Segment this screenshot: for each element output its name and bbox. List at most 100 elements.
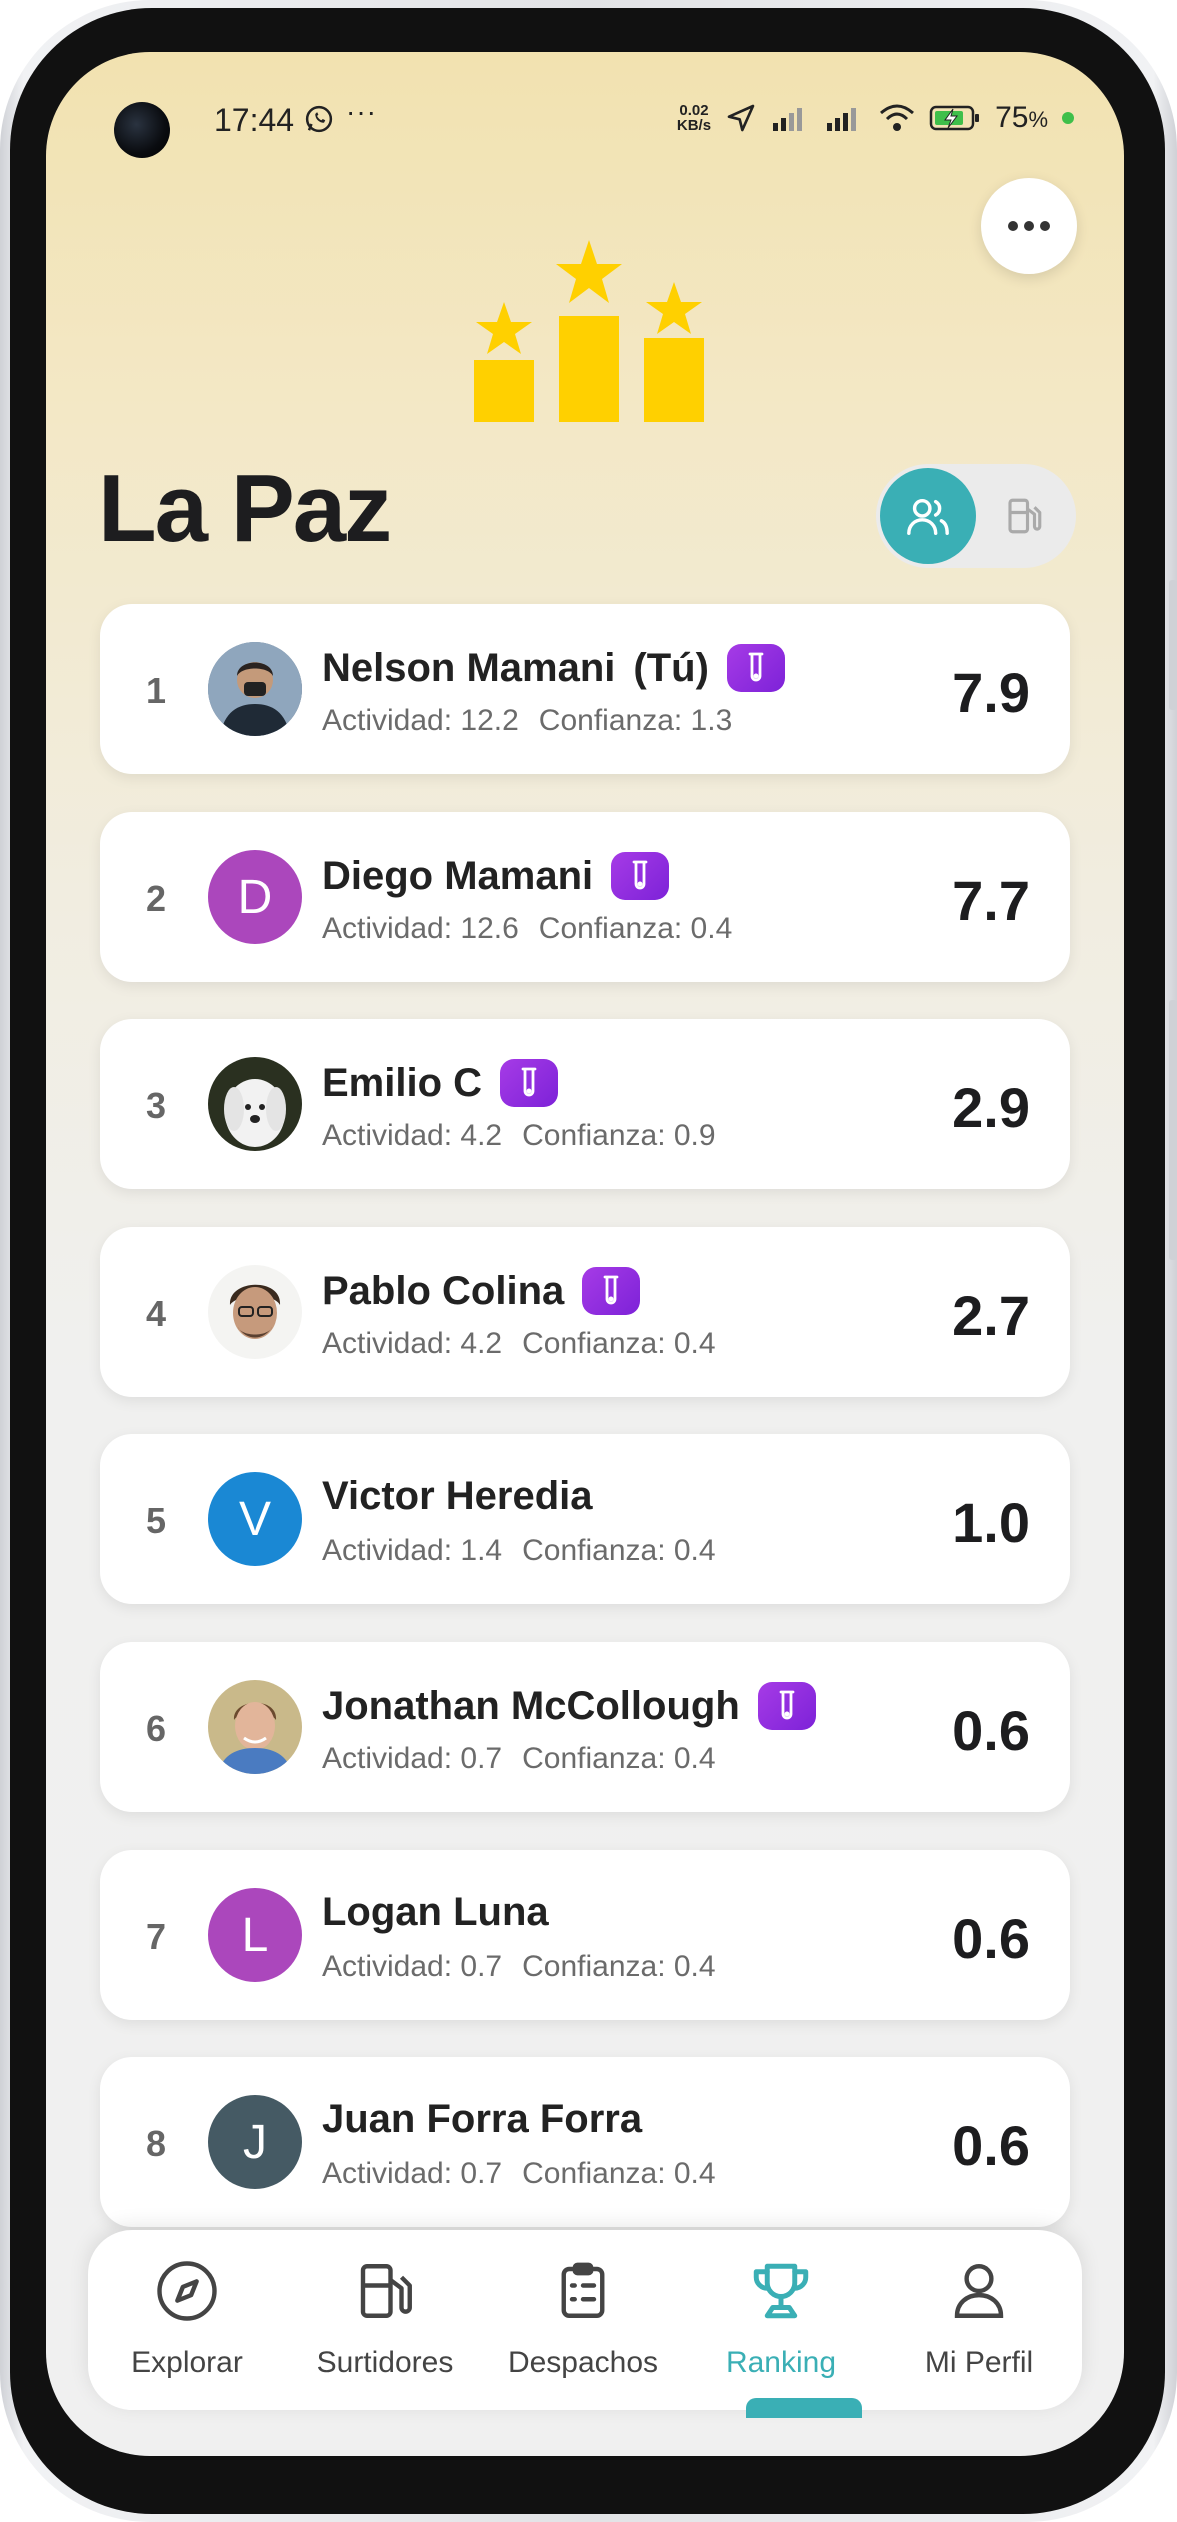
test-tube-icon xyxy=(632,860,648,890)
user-stats: Actividad: 1.4 Confianza: 0.4 xyxy=(322,1534,716,1567)
user-name: Diego Mamani xyxy=(322,853,594,898)
user-name: Jonathan McCollough xyxy=(322,1683,740,1728)
active-tab-indicator xyxy=(746,2398,862,2418)
rank-number: 7 xyxy=(146,1916,167,1957)
ranking-row-4[interactable]: 4 Pablo Colina Actividad: 4.2 Confianza: … xyxy=(100,1227,1070,1397)
status-right: 0.02 KB/s 75% xyxy=(677,100,1074,136)
tester-badge xyxy=(726,644,785,692)
tab-ranking[interactable]: Ranking xyxy=(682,2230,880,2418)
rank-number: 1 xyxy=(146,670,167,711)
name-line: Nelson Mamani (Tú) xyxy=(322,644,785,692)
user-stats: Actividad: 4.2 Confianza: 0.4 xyxy=(322,1327,716,1360)
tab-despachos[interactable]: Despachos xyxy=(484,2230,682,2410)
user-icon xyxy=(954,2264,1004,2318)
page-title: La Paz xyxy=(98,455,392,562)
user-score: 0.6 xyxy=(952,2114,1030,2177)
current-user-tag: (Tú) xyxy=(633,645,709,690)
name-line: Diego Mamani xyxy=(322,852,670,900)
ranking-row-7[interactable]: 7 L Logan Luna Actividad: 0.7 Confianza: … xyxy=(100,1850,1070,2020)
tester-badge xyxy=(757,1682,816,1730)
signal-icon xyxy=(773,108,803,131)
name-line: Victor Heredia xyxy=(322,1474,593,1519)
battery-level: 75% xyxy=(995,101,1048,134)
tab-label: Explorar xyxy=(131,2346,243,2379)
ranking-stars-illustration xyxy=(474,240,704,422)
status-more: ··· xyxy=(346,96,377,127)
rank-number: 2 xyxy=(146,878,167,919)
rank-number: 5 xyxy=(146,1500,167,1541)
user-stats: Actividad: 0.7 Confianza: 0.4 xyxy=(322,1950,716,1983)
name-line: Logan Luna xyxy=(322,1890,549,1935)
whatsapp-icon xyxy=(305,105,333,133)
test-tube-icon xyxy=(748,652,764,682)
user-stats: Actividad: 12.6 Confianza: 0.4 xyxy=(322,912,733,945)
user-stats: Actividad: 12.2 Confianza: 1.3 xyxy=(322,704,733,737)
ranking-row-6[interactable]: 6 Jonathan McCollough Actividad: 0.7 Conf… xyxy=(100,1642,1070,1812)
tab-label: Despachos xyxy=(507,2346,659,2379)
fuel-pump-icon xyxy=(360,2264,412,2318)
user-score: 2.7 xyxy=(952,1284,1030,1347)
avatar: V xyxy=(208,1472,302,1566)
user-score: 0.6 xyxy=(952,1699,1030,1762)
fuel-station-icon xyxy=(1008,498,1042,534)
power-button xyxy=(1169,1000,1177,1260)
phone-frame: 17:44 ··· 0.02 KB/s 75% La Paz 1 Nelson … xyxy=(0,0,1177,2522)
user-score: 7.9 xyxy=(952,661,1030,724)
toggle-stations[interactable] xyxy=(976,468,1072,564)
avatar: J xyxy=(208,2095,302,2189)
avatar xyxy=(208,1680,302,1774)
tab-surtidores[interactable]: Surtidores xyxy=(286,2230,484,2410)
test-tube-icon xyxy=(779,1690,795,1720)
test-tube-icon xyxy=(521,1067,537,1097)
test-tube-icon xyxy=(603,1275,619,1305)
user-score: 1.0 xyxy=(952,1491,1030,1554)
tab-label: Ranking xyxy=(725,2346,837,2379)
avatar: D xyxy=(208,850,302,944)
net-speed: 0.02 KB/s xyxy=(676,102,712,134)
status-time: 17:44 xyxy=(214,102,295,138)
name-line: Juan Forra Forra xyxy=(322,2097,642,2142)
rank-number: 4 xyxy=(146,1293,167,1334)
user-name: Nelson Mamani xyxy=(322,645,616,690)
ranking-row-2[interactable]: 2 D Diego Mamani Actividad: 12.6 Confianz… xyxy=(100,812,1070,982)
tab-explorar[interactable]: Explorar xyxy=(88,2230,286,2410)
avatar: L xyxy=(208,1888,302,1982)
ranking-type-toggle[interactable] xyxy=(876,464,1076,568)
name-line: Jonathan McCollough xyxy=(322,1682,816,1730)
rank-number: 3 xyxy=(146,1085,167,1126)
app-screen: 17:44 ··· 0.02 KB/s 75% La Paz 1 Nelson … xyxy=(46,52,1124,2456)
volume-button xyxy=(1169,580,1177,710)
user-name: Pablo Colina xyxy=(322,1268,565,1313)
location-icon xyxy=(727,104,755,132)
ranking-row-1[interactable]: 1 Nelson Mamani (Tú) Actividad: 12.2 Conf… xyxy=(100,604,1070,774)
user-score: 7.7 xyxy=(952,869,1030,932)
more-options-button[interactable] xyxy=(981,178,1077,274)
user-stats: Actividad: 4.2 Confianza: 0.9 xyxy=(322,1119,716,1152)
user-name: Victor Heredia xyxy=(322,1474,593,1518)
status-bar: 17:44 ··· 0.02 KB/s 75% xyxy=(46,52,1124,192)
tab-mi-perfil[interactable]: Mi Perfil xyxy=(880,2230,1078,2410)
rank-number: 8 xyxy=(146,2123,167,2164)
ranking-row-3[interactable]: 3 Emilio C Actividad: 4.2 Confianza: 0.9 … xyxy=(100,1019,1070,1189)
bottom-nav: Explorar Surtidores Despachos Ranking Mi… xyxy=(88,2230,1082,2418)
ranking-row-8[interactable]: 8 J Juan Forra Forra Actividad: 0.7 Confi… xyxy=(100,2057,1070,2227)
avatar xyxy=(208,1057,302,1151)
tester-badge xyxy=(582,1267,641,1315)
toggle-users[interactable] xyxy=(880,468,976,564)
user-score: 0.6 xyxy=(952,1907,1030,1970)
ranking-row-5[interactable]: 5 V Victor Heredia Actividad: 1.4 Confian… xyxy=(100,1434,1070,1604)
user-score: 2.9 xyxy=(952,1076,1030,1139)
more-horizontal-icon xyxy=(1008,221,1050,231)
user-name: Juan Forra Forra xyxy=(322,2097,643,2141)
battery-icon xyxy=(929,105,980,131)
avatar xyxy=(208,1265,302,1359)
compass-icon xyxy=(157,2261,217,2321)
rank-number: 6 xyxy=(146,1708,167,1749)
tab-label: Surtidores xyxy=(316,2346,454,2379)
user-stats: Actividad: 0.7 Confianza: 0.4 xyxy=(322,2157,716,2190)
name-line: Pablo Colina xyxy=(322,1267,641,1315)
tab-label: Mi Perfil xyxy=(924,2346,1034,2379)
users-icon xyxy=(907,498,949,535)
wifi-icon xyxy=(880,104,915,131)
user-name: Emilio C xyxy=(322,1060,483,1105)
